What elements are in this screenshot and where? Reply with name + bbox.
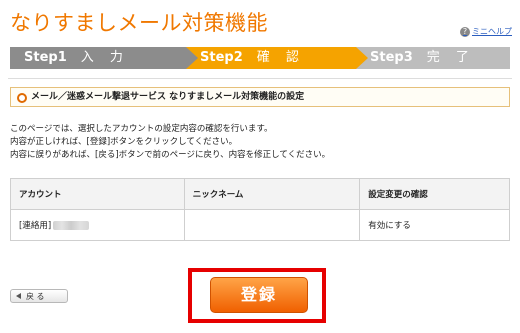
cell-account: [連絡用] (10, 209, 185, 241)
mini-help-link[interactable]: ? ミニヘルプ (460, 26, 512, 37)
description-line: このページでは、選択したアカウントの設定内容の確認を行います。 (10, 124, 273, 134)
step-1-number: Step1 (24, 50, 67, 65)
mini-help-label[interactable]: ミニヘルプ (472, 26, 512, 37)
step-3-number: Step3 (370, 50, 413, 65)
step-1-label: 入 力 (80, 50, 129, 65)
account-name: [連絡用] (19, 221, 52, 231)
bullet-circle-icon (17, 93, 27, 103)
redacted-account (53, 221, 90, 230)
back-arrow-icon (16, 293, 21, 299)
cell-change: 有効にする (359, 209, 510, 241)
step-2-label: 確 認 (256, 50, 305, 65)
back-button[interactable]: 戻 る (10, 289, 68, 303)
page-title: なりすましメール対策機能 (10, 11, 268, 35)
cell-nickname (183, 209, 361, 241)
table-row: [連絡用] 有効にする (10, 209, 510, 241)
step-2-number: Step2 (200, 50, 243, 65)
column-header-change: 設定変更の確認 (359, 178, 510, 210)
step-2-confirm: Step2 確 認 (186, 47, 356, 69)
divider (8, 78, 512, 79)
table-header-row: アカウント ニックネーム 設定変更の確認 (10, 178, 510, 210)
step-3-complete: Step3 完 了 (356, 47, 510, 69)
column-header-nickname: ニックネーム (183, 178, 361, 210)
register-button[interactable]: 登録 (210, 277, 308, 313)
step-1-input: Step1 入 力 (10, 47, 186, 69)
description-line: 内容に誤りがあれば、[戻る]ボタンで前のページに戻り、内容を修正してください。 (10, 150, 331, 160)
description: このページでは、選択したアカウントの設定内容の確認を行います。 内容が正しければ… (10, 123, 330, 162)
description-line: 内容が正しければ、[登録]ボタンをクリックしてください。 (10, 137, 238, 147)
column-header-account: アカウント (10, 178, 185, 210)
section-heading: メール／迷惑メール撃退サービス なりすましメール対策機能の設定 (10, 87, 510, 107)
section-heading-text: メール／迷惑メール撃退サービス なりすましメール対策機能の設定 (31, 92, 305, 102)
help-icon: ? (460, 26, 470, 37)
step-arrow-2 (356, 47, 368, 69)
step-arrow-1 (186, 47, 198, 69)
step-progress: Step1 入 力 Step2 確 認 Step3 完 了 (10, 47, 510, 69)
confirmation-table: アカウント ニックネーム 設定変更の確認 [連絡用] 有効にする (10, 178, 510, 241)
step-3-label: 完 了 (426, 50, 475, 65)
back-button-label: 戻 る (26, 292, 45, 301)
